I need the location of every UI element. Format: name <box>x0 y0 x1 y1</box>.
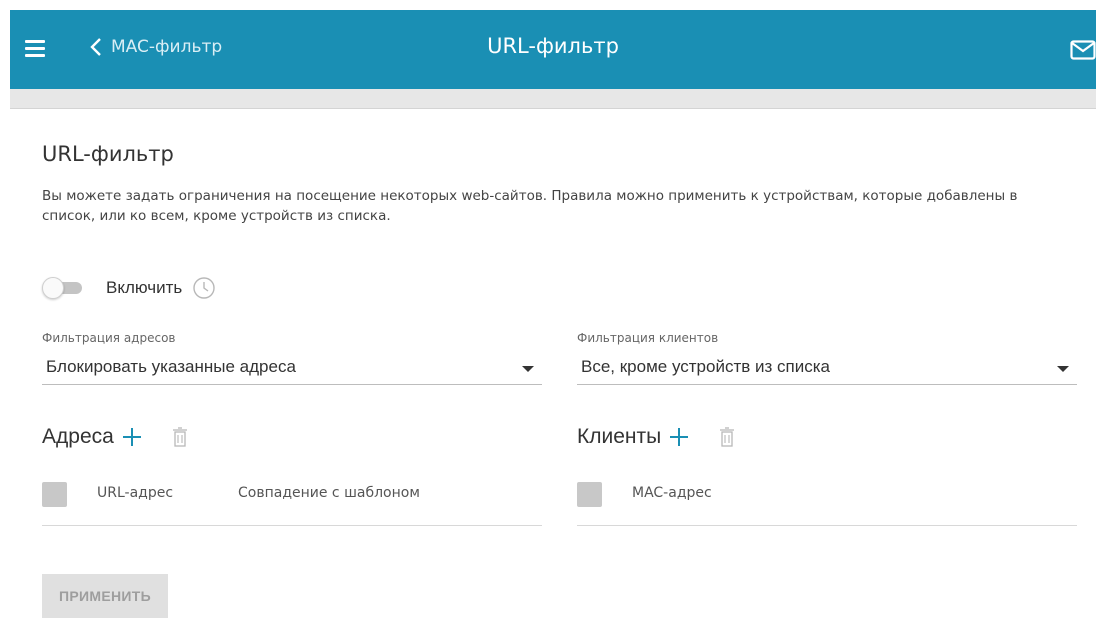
addresses-title: Адреса <box>42 425 114 448</box>
page-description: Вы можете задать ограничения на посещени… <box>42 188 1018 224</box>
address-filter-group: Фильтрация адресов Блокировать указанные… <box>42 331 542 385</box>
clients-section: Клиенты MAC-адрес <box>577 420 1077 526</box>
column-header-mac: MAC-адрес <box>632 485 712 501</box>
client-filter-select[interactable]: Все, кроме устройств из списка <box>577 353 1077 385</box>
enable-toggle[interactable] <box>42 277 84 299</box>
client-filter-value: Все, кроме устройств из списка <box>581 357 830 376</box>
client-filter-group: Фильтрация клиентов Все, кроме устройств… <box>577 331 1077 385</box>
enable-label: Включить <box>106 278 183 297</box>
select-all-clients-checkbox[interactable] <box>577 482 602 507</box>
client-filter-label: Фильтрация клиентов <box>577 331 719 345</box>
top-header: MAC-фильтр URL-фильтр <box>10 10 1096 89</box>
page-title: URL-фильтр <box>42 142 174 166</box>
mail-icon[interactable] <box>1070 40 1096 60</box>
column-header-pattern-match: Совпадение с шаблоном <box>238 485 420 501</box>
clients-title: Клиенты <box>577 425 662 448</box>
addresses-table-header: URL-адрес Совпадение с шаблоном <box>42 456 542 526</box>
column-header-url: URL-адрес <box>97 485 174 501</box>
add-client-plus-icon[interactable] <box>669 427 689 447</box>
address-filter-value: Блокировать указанные адреса <box>46 357 296 376</box>
header-divider <box>10 89 1096 109</box>
header-title: URL-фильтр <box>487 34 619 58</box>
clock-icon[interactable] <box>192 276 216 300</box>
apply-button[interactable]: ПРИМЕНИТЬ <box>42 574 168 618</box>
delete-address-trash-icon[interactable] <box>172 427 188 447</box>
chevron-down-icon <box>1057 366 1069 372</box>
delete-client-trash-icon[interactable] <box>719 427 735 447</box>
chevron-down-icon <box>522 366 534 372</box>
clients-table-header: MAC-адрес <box>577 456 1077 526</box>
addresses-section: Адреса URL-адрес Совпадение с шаблоном <box>42 420 542 526</box>
enable-row: Включить <box>42 276 216 300</box>
address-filter-label: Фильтрация адресов <box>42 331 176 345</box>
address-filter-select[interactable]: Блокировать указанные адреса <box>42 353 542 385</box>
add-address-plus-icon[interactable] <box>122 427 142 447</box>
select-all-addresses-checkbox[interactable] <box>42 482 67 507</box>
